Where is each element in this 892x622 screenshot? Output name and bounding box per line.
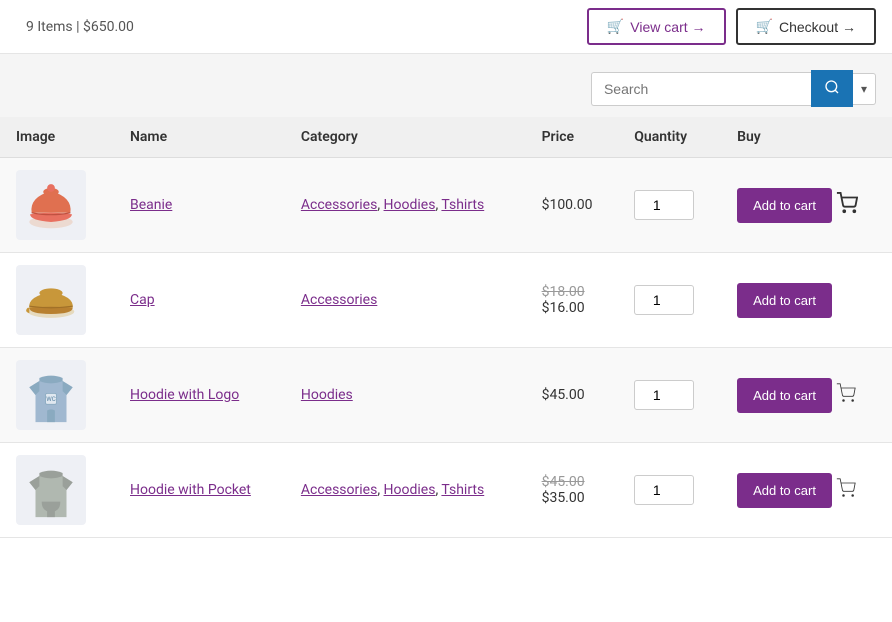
product-name-cell: Hoodie with Logo (114, 348, 285, 443)
search-button[interactable] (811, 70, 853, 107)
product-image-cell (0, 443, 114, 538)
product-image-cell (0, 158, 114, 253)
col-image: Image (0, 117, 114, 158)
product-buy-cell: Add to cart (721, 348, 892, 443)
price-sale: $35.00 (542, 490, 603, 506)
category-link[interactable]: Tshirts (441, 197, 484, 213)
product-image (16, 170, 86, 240)
product-quantity-cell (618, 348, 721, 443)
price-normal: $100.00 (542, 197, 593, 213)
add-to-cart-button[interactable]: Add to cart (737, 473, 832, 508)
table-row: WC Hoodie with Logo Hoodies $45.00 Add to c… (0, 348, 892, 443)
category-link[interactable]: Hoodies (384, 482, 436, 498)
quantity-input[interactable] (634, 475, 694, 505)
checkout-icon: 🛒 (756, 18, 773, 35)
product-price-cell: $100.00 (526, 158, 619, 253)
category-link[interactable]: Hoodies (384, 197, 436, 213)
product-name-link[interactable]: Hoodie with Logo (130, 387, 239, 403)
view-cart-button[interactable]: 🛒 View cart → (587, 8, 726, 45)
col-quantity: Quantity (618, 117, 721, 158)
table-row: Beanie Accessories, Hoodies, Tshirts $100.… (0, 158, 892, 253)
category-link[interactable]: Accessories (301, 482, 377, 498)
product-category-cell: Accessories, Hoodies, Tshirts (285, 443, 526, 538)
product-name-link[interactable]: Hoodie with Pocket (130, 482, 251, 498)
product-name-cell: Hoodie with Pocket (114, 443, 285, 538)
quantity-input[interactable] (634, 285, 694, 315)
category-link[interactable]: Tshirts (441, 482, 484, 498)
product-table: Image Name Category Price Quantity Buy B… (0, 117, 892, 538)
search-input[interactable] (591, 72, 811, 106)
product-buy-cell: Add to cart (721, 443, 892, 538)
svg-text:WC: WC (46, 395, 56, 403)
cart-icon-after (836, 192, 858, 219)
top-bar: 9 Items | $650.00 🛒 View cart → 🛒 Checko… (0, 0, 892, 54)
price-original: $45.00 (542, 474, 603, 490)
search-dropdown-button[interactable]: ▾ (853, 73, 876, 105)
product-image (16, 265, 86, 335)
checkout-button[interactable]: 🛒 Checkout → (736, 8, 876, 45)
chevron-down-icon: ▾ (861, 82, 867, 96)
cart-icon: 🛒 (607, 18, 624, 35)
search-icon (824, 79, 840, 95)
product-category-cell: Accessories, Hoodies, Tshirts (285, 158, 526, 253)
table-row: Hoodie with Pocket Accessories, Hoodies, … (0, 443, 892, 538)
category-link[interactable]: Accessories (301, 292, 377, 308)
price-original: $18.00 (542, 284, 603, 300)
product-name-link[interactable]: Beanie (130, 197, 172, 213)
col-price: Price (526, 117, 619, 158)
product-price-cell: $18.00$16.00 (526, 253, 619, 348)
cart-summary: 9 Items | $650.00 (16, 19, 134, 35)
add-to-cart-button[interactable]: Add to cart (737, 283, 832, 318)
product-name-link[interactable]: Cap (130, 292, 155, 308)
col-buy: Buy (721, 117, 892, 158)
product-quantity-cell (618, 253, 721, 348)
add-to-cart-button[interactable]: Add to cart (737, 188, 832, 223)
col-name: Name (114, 117, 285, 158)
category-link[interactable]: Accessories (301, 197, 377, 213)
add-to-cart-button[interactable]: Add to cart (737, 378, 832, 413)
product-name-cell: Cap (114, 253, 285, 348)
product-image (16, 455, 86, 525)
quantity-input[interactable] (634, 190, 694, 220)
product-category-cell: Accessories (285, 253, 526, 348)
product-price-cell: $45.00$35.00 (526, 443, 619, 538)
product-price-cell: $45.00 (526, 348, 619, 443)
product-buy-cell: Add to cart (721, 253, 892, 348)
checkout-label: Checkout → (779, 19, 856, 35)
cart-icon-after (836, 478, 856, 503)
product-image: WC (16, 360, 86, 430)
product-category-cell: Hoodies (285, 348, 526, 443)
product-quantity-cell (618, 443, 721, 538)
price-sale: $16.00 (542, 300, 603, 316)
product-name-cell: Beanie (114, 158, 285, 253)
product-image-cell: WC (0, 348, 114, 443)
price-normal: $45.00 (542, 387, 585, 403)
category-link[interactable]: Hoodies (301, 387, 353, 403)
view-cart-label: View cart → (630, 19, 705, 35)
product-image-cell (0, 253, 114, 348)
table-row: Cap Accessories $18.00$16.00 Add to cart (0, 253, 892, 348)
quantity-input[interactable] (634, 380, 694, 410)
table-header-row: Image Name Category Price Quantity Buy (0, 117, 892, 158)
col-category: Category (285, 117, 526, 158)
cart-icon-after (836, 383, 856, 408)
product-quantity-cell (618, 158, 721, 253)
search-bar: ▾ (0, 54, 892, 117)
product-buy-cell: Add to cart (721, 158, 892, 253)
